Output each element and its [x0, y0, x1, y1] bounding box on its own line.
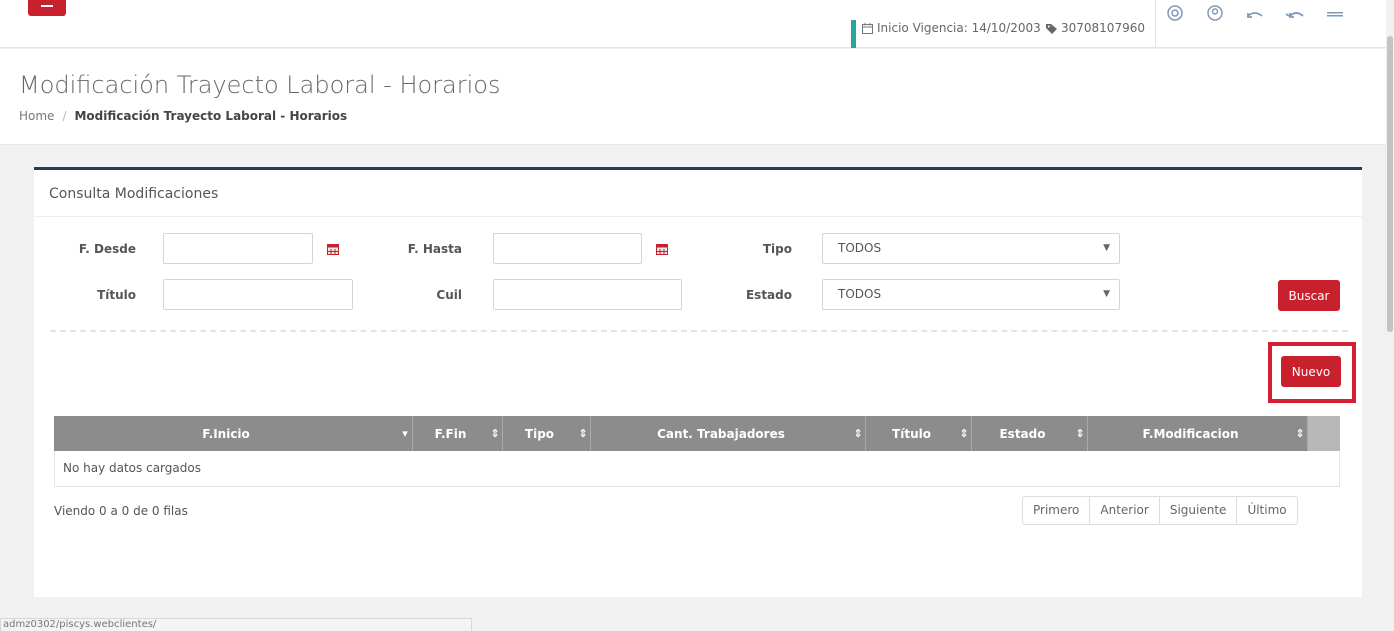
calendar-icon: [327, 243, 339, 255]
column-header-titulo[interactable]: Título ⇕: [866, 416, 972, 451]
sort-icon: ⇕: [1075, 427, 1085, 440]
tag-icon: [1046, 23, 1057, 34]
header-scroll-gutter: [1308, 416, 1340, 451]
panel-divider: [34, 216, 1362, 217]
titulo-label: Título: [97, 288, 136, 302]
sort-icon: ⇕: [490, 427, 500, 440]
calendar-icon: [862, 22, 873, 34]
nuevo-button[interactable]: Nuevo: [1281, 356, 1341, 387]
column-header-cant-trabajadores[interactable]: Cant. Trabajadores ⇕: [591, 416, 866, 451]
pager-previous[interactable]: Anterior: [1090, 497, 1160, 524]
user-circle-icon[interactable]: [1204, 2, 1226, 24]
cuit-info: 30708107960: [1046, 21, 1145, 35]
dashed-divider: [50, 330, 1348, 332]
results-table: F.Inicio ▾ F.Fin ⇕ Tipo ⇕ Cant. Trabajad…: [54, 416, 1340, 487]
page-title: Modificación Trayecto Laboral - Horarios: [19, 71, 501, 99]
menu-toggle-button[interactable]: [28, 0, 66, 16]
breadcrumb: Home / Modificación Trayecto Laboral - Hor…: [19, 109, 347, 123]
sort-icon: ⇕: [959, 427, 969, 440]
sort-icon: ⇕: [578, 427, 588, 440]
column-header-tipo[interactable]: Tipo ⇕: [503, 416, 591, 451]
dropdown-arrow-icon: ▼: [1103, 243, 1110, 253]
sort-icon: ⇕: [1295, 427, 1305, 440]
buscar-button[interactable]: Buscar: [1278, 280, 1340, 311]
panel-title: Consulta Modificaciones: [49, 186, 219, 202]
pager-last[interactable]: Último: [1237, 497, 1296, 524]
f-desde-input[interactable]: [163, 233, 313, 264]
cuit-value: 30708107960: [1061, 21, 1145, 35]
tipo-label: Tipo: [762, 242, 792, 256]
cuil-input[interactable]: [493, 279, 682, 310]
scrollbar-thumb[interactable]: [1387, 36, 1393, 332]
page-scrollbar[interactable]: [1386, 0, 1394, 631]
f-hasta-input[interactable]: [493, 233, 642, 264]
breadcrumb-home[interactable]: Home: [19, 109, 54, 123]
estado-label: Estado: [745, 288, 792, 302]
calendar-icon: [656, 243, 668, 255]
estado-selected-value: TODOS: [838, 287, 882, 301]
column-header-f-inicio[interactable]: F.Inicio ▾: [54, 416, 413, 451]
vigencia-info: Inicio Vigencia: 14/10/2003: [862, 21, 1041, 35]
f-desde-label: F. Desde: [78, 242, 136, 256]
reply-all-icon[interactable]: [1284, 2, 1306, 24]
titulo-input[interactable]: [163, 279, 353, 310]
grid-icon[interactable]: [1324, 2, 1346, 24]
table-empty-row: No hay datos cargados: [54, 451, 1340, 487]
breadcrumb-separator: /: [62, 109, 67, 123]
tipo-select[interactable]: TODOS ▼: [822, 233, 1120, 264]
table-info: Viendo 0 a 0 de 0 filas: [54, 504, 188, 518]
status-url: admz0302/piscys.webclientes/: [0, 618, 472, 631]
reply-icon[interactable]: [1244, 2, 1266, 24]
breadcrumb-current: Modificación Trayecto Laboral - Horarios: [74, 109, 348, 123]
top-separator: [1155, 0, 1156, 48]
tipo-selected-value: TODOS: [838, 241, 882, 255]
top-icon-bar: [1164, 2, 1346, 24]
pager-first[interactable]: Primero: [1023, 497, 1091, 524]
estado-select[interactable]: TODOS ▼: [822, 279, 1120, 310]
sort-icon: ⇕: [853, 427, 863, 440]
column-header-f-fin[interactable]: F.Fin ⇕: [413, 416, 503, 451]
f-desde-calendar-button[interactable]: [313, 233, 353, 264]
column-header-estado[interactable]: Estado ⇕: [972, 416, 1088, 451]
consulta-panel: [34, 167, 1362, 597]
hamburger-icon: [41, 5, 53, 7]
vigencia-accent-bar: [851, 20, 856, 48]
cuil-label: Cuil: [436, 288, 462, 302]
pagination: Primero Anterior Siguiente Último: [1022, 496, 1298, 525]
sort-desc-icon: ▾: [402, 427, 408, 440]
table-header: F.Inicio ▾ F.Fin ⇕ Tipo ⇕ Cant. Trabajad…: [54, 416, 1340, 451]
target-icon[interactable]: [1164, 2, 1186, 24]
f-hasta-label: F. Hasta: [407, 242, 462, 256]
dropdown-arrow-icon: ▼: [1103, 289, 1110, 299]
f-hasta-calendar-button[interactable]: [642, 233, 682, 264]
pager-next[interactable]: Siguiente: [1160, 497, 1238, 524]
vigencia-label: Inicio Vigencia: 14/10/2003: [877, 21, 1041, 35]
column-header-f-modificacion[interactable]: F.Modificacion ⇕: [1088, 416, 1308, 451]
